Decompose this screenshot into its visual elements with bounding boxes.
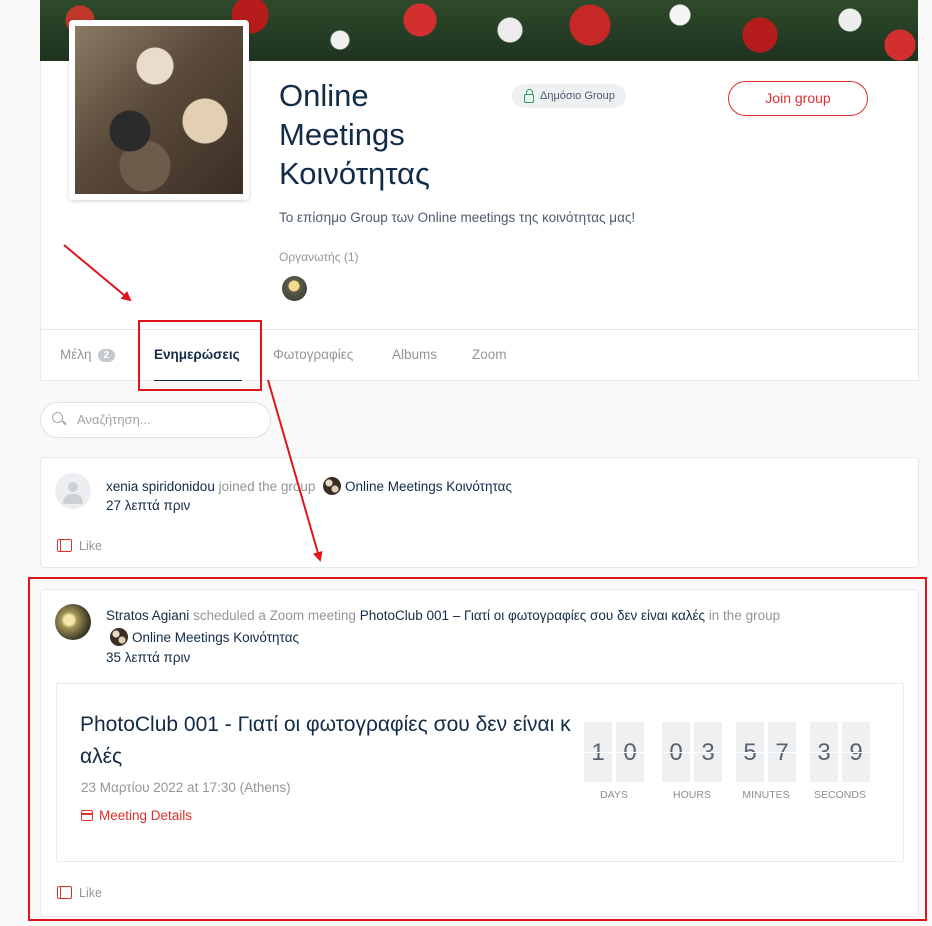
thumbs-up-icon <box>57 886 72 899</box>
search-input[interactable] <box>75 411 259 428</box>
like-button[interactable]: Like <box>57 539 102 553</box>
organizer-avatar[interactable] <box>282 276 307 301</box>
tab-members[interactable]: Μέλη 2 <box>60 347 116 362</box>
group-title: Online Meetings Κοινότητας <box>279 78 430 191</box>
active-tab-underline <box>154 380 242 381</box>
activity-text: xenia spiridonidou joined the group Onli… <box>106 477 512 495</box>
countdown-digit: 0 <box>662 722 690 782</box>
meeting-link[interactable]: PhotoClub 001 – Γιατί οι φωτογραφίες σου… <box>360 608 705 623</box>
countdown-digit: 7 <box>768 722 796 782</box>
tab-zoom[interactable]: Zoom <box>472 347 507 362</box>
members-count-badge: 2 <box>97 349 116 362</box>
organizers-label: Οργανωτής (1) <box>279 250 359 264</box>
user-avatar[interactable] <box>55 604 91 640</box>
countdown-digit: 1 <box>584 722 612 782</box>
activity-time[interactable]: 27 λεπτά πριν <box>106 498 190 513</box>
lock-icon <box>524 89 534 103</box>
tab-albums[interactable]: Albums <box>392 347 437 362</box>
countdown-digit: 5 <box>736 722 764 782</box>
countdown-label-hours: HOURS <box>673 789 711 801</box>
group-mini-avatar <box>110 628 128 646</box>
countdown-label-minutes: MINUTES <box>742 789 790 801</box>
group-mini-avatar <box>322 477 341 495</box>
group-description: Το επίσημο Group των Online meetings της… <box>279 210 636 225</box>
group-avatar <box>69 20 249 200</box>
calendar-icon <box>81 810 93 821</box>
search-box <box>40 402 271 438</box>
meeting-title[interactable]: PhotoClub 001 - Γιατί οι φωτογραφίες σου… <box>80 709 580 773</box>
tab-updates[interactable]: Ενημερώσεις <box>154 347 240 362</box>
user-avatar-placeholder[interactable] <box>55 473 91 509</box>
tab-photos[interactable]: Φωτογραφίες <box>273 347 353 362</box>
group-link[interactable]: Online Meetings Κοινότητας <box>132 630 299 645</box>
like-button[interactable]: Like <box>57 886 102 900</box>
search-icon <box>52 412 63 423</box>
meeting-date: 23 Μαρτίου 2022 at 17:30 (Athens) <box>81 780 291 795</box>
countdown-label-days: DAYS <box>600 789 628 801</box>
countdown-digit: 0 <box>616 722 644 782</box>
user-link[interactable]: Stratos Agiani <box>106 608 189 623</box>
group-link[interactable]: Online Meetings Κοινότητας <box>345 479 512 494</box>
user-link[interactable]: xenia spiridonidou <box>106 479 215 494</box>
countdown-digit: 3 <box>694 722 722 782</box>
thumbs-up-icon <box>57 539 72 552</box>
activity-text: Stratos Agiani scheduled a Zoom meeting … <box>106 608 781 623</box>
meeting-details-link[interactable]: Meeting Details <box>81 808 192 823</box>
countdown-digit: 9 <box>842 722 870 782</box>
countdown-digit: 3 <box>810 722 838 782</box>
activity-group-line: Online Meetings Κοινότητας <box>110 628 299 646</box>
activity-time[interactable]: 35 λεπτά πριν <box>106 650 190 665</box>
privacy-badge: Δημόσιο Group <box>512 84 626 108</box>
countdown-label-seconds: SECONDS <box>814 789 866 801</box>
join-group-button[interactable]: Join group <box>728 81 868 116</box>
